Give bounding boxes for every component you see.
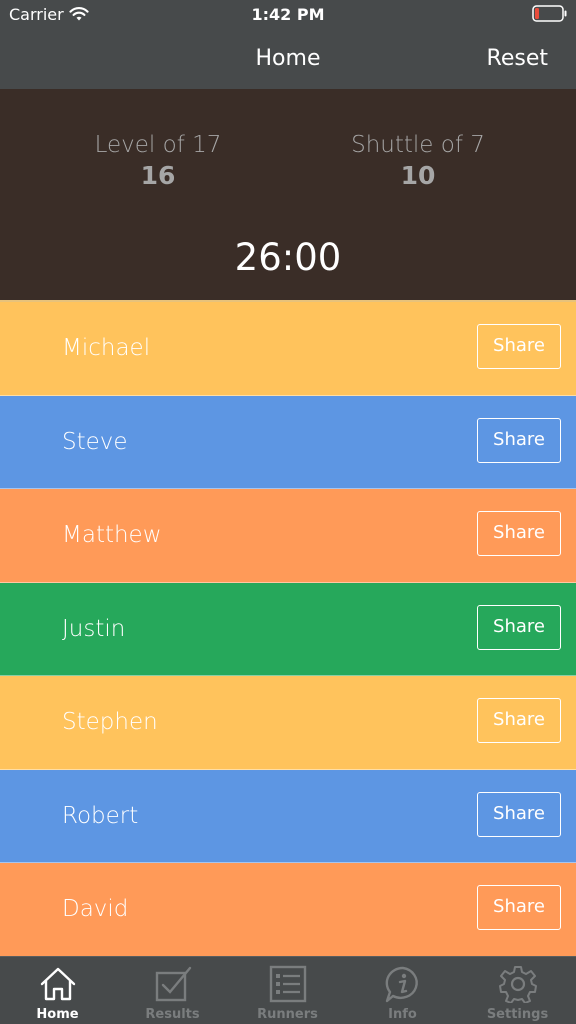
runner-name: Michael xyxy=(62,335,151,361)
share-button[interactable]: Share xyxy=(477,511,561,556)
share-button[interactable]: Share xyxy=(477,885,561,930)
runner-name: Justin xyxy=(62,615,126,642)
tab-label: Results xyxy=(145,1007,200,1022)
runner-name: Robert xyxy=(62,802,139,829)
runners-icon xyxy=(269,965,307,1003)
runner-name: David xyxy=(62,896,129,922)
share-button[interactable]: Share xyxy=(477,324,561,369)
runner-row[interactable]: Robert Share xyxy=(0,769,576,863)
tab-bar: Home Results Runners Info Settings xyxy=(0,956,576,1024)
battery-icon xyxy=(532,5,567,22)
level-label: Level of 17 xyxy=(94,132,222,158)
runner-list[interactable]: Michael Share Steve Share Matthew Share … xyxy=(0,302,576,956)
timer-display: 26:00 xyxy=(234,236,342,279)
shuttle-value: 10 xyxy=(400,161,436,190)
share-button[interactable]: Share xyxy=(477,417,561,463)
status-time: 1:42 PM xyxy=(251,5,325,24)
runner-row[interactable]: David Share xyxy=(0,863,576,956)
app-screen: Carrier 1:42 PM Home Reset Level of 17 1… xyxy=(0,0,576,1024)
tab-settings[interactable]: Settings xyxy=(460,957,575,1024)
tab-label: Settings xyxy=(486,1007,549,1022)
runner-name: Steve xyxy=(62,428,128,455)
runner-name: Stephen xyxy=(62,709,158,735)
runner-row[interactable]: Michael Share xyxy=(0,302,576,396)
tab-label: Runners xyxy=(257,1007,318,1022)
tab-label: Info xyxy=(388,1007,417,1022)
runner-row[interactable]: Steve Share xyxy=(0,395,576,489)
status-bar: Carrier 1:42 PM xyxy=(0,0,576,30)
tab-info[interactable]: Info xyxy=(345,957,460,1024)
runner-row[interactable]: Stephen Share xyxy=(0,676,576,770)
results-icon xyxy=(155,966,192,1002)
share-button[interactable]: Share xyxy=(477,698,561,743)
share-button[interactable]: Share xyxy=(477,604,561,650)
level-value: 16 xyxy=(140,161,176,190)
level-stat: Level of 17 16 xyxy=(28,131,288,193)
stats-panel: Level of 17 16 Shuttle of 7 10 26:00 xyxy=(0,89,576,302)
home-icon xyxy=(40,967,76,1001)
runner-name: Matthew xyxy=(62,522,162,548)
settings-icon xyxy=(499,966,537,1003)
tab-results[interactable]: Results xyxy=(115,957,230,1024)
runner-row[interactable]: Matthew Share xyxy=(0,489,576,583)
tab-runners[interactable]: Runners xyxy=(230,957,345,1024)
info-icon xyxy=(385,966,418,1003)
reset-button[interactable]: Reset xyxy=(487,46,548,71)
navigation-bar: Home Reset xyxy=(0,30,576,89)
shuttle-label: Shuttle of 7 xyxy=(351,132,485,158)
share-button[interactable]: Share xyxy=(477,791,561,837)
tab-home[interactable]: Home xyxy=(0,957,115,1024)
shuttle-stat: Shuttle of 7 10 xyxy=(288,131,548,193)
runner-row[interactable]: Justin Share xyxy=(0,582,576,676)
tab-label: Home xyxy=(36,1007,79,1022)
